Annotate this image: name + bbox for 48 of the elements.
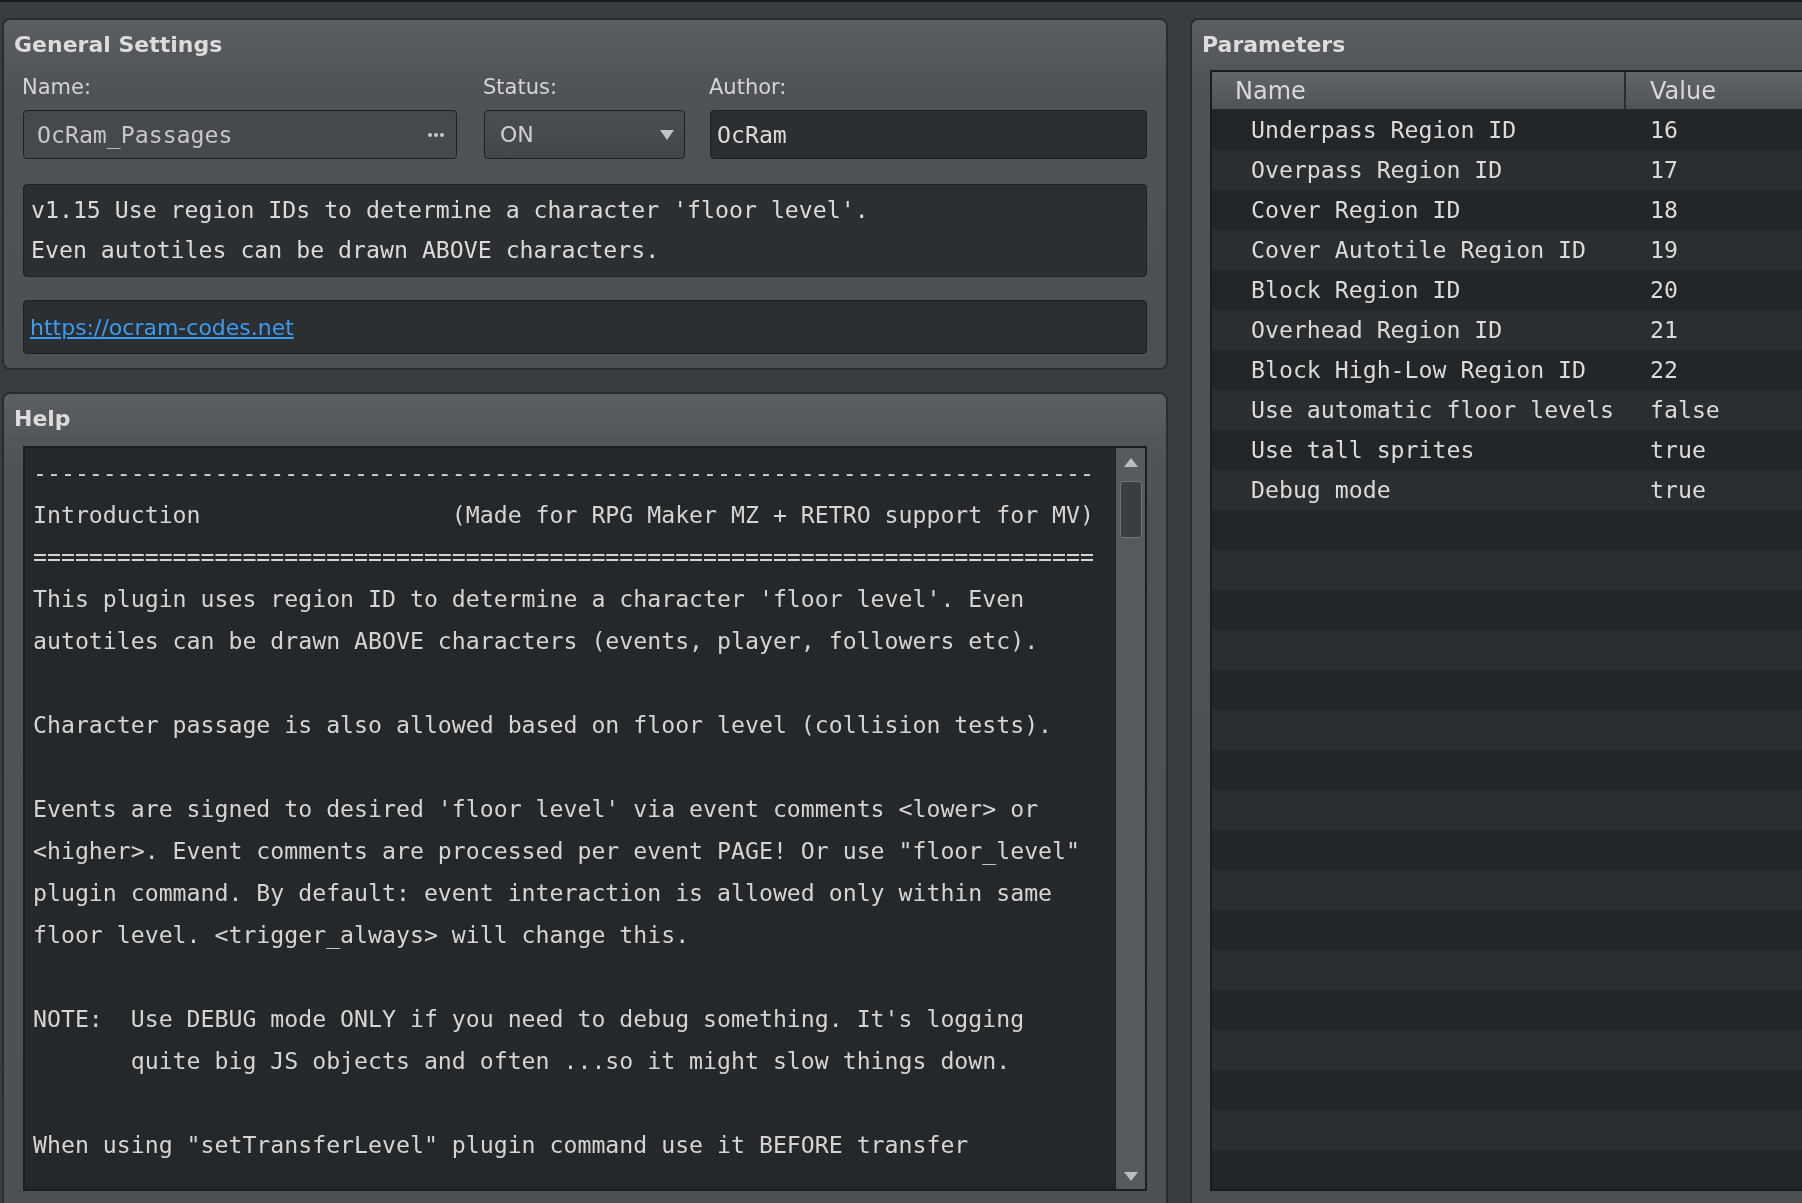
help-paragraph: This plugin uses region ID to determine a character 'floor level'. Even autotiles can be drawn ABOVE characters (events, player, followers etc). (33, 584, 1040, 656)
help-paragraph: NOTE: Use DEBUG mode ONLY if you need to debug something. It's logging quite big JS objects and often ...so it might slow things down. (33, 1004, 1026, 1076)
help-paragraph: Events are signed to desired 'floor level' via event comments <lower> or <higher>. Event comments are processed per event PAGE! Or use "floor_level" plugin command. By default: event interaction is allowed only within same floor level. <trigger_always> will change this. (33, 794, 1081, 951)
table-cell-text: 18 (1649, 195, 1678, 225)
table-cell-text: Underpass Region ID (1250, 115, 1518, 145)
status-dropdown[interactable]: ON (484, 110, 685, 159)
ellipsis-icon[interactable] (428, 132, 444, 137)
scroll-up-arrow-icon[interactable] (1123, 458, 1138, 467)
dash-line: ---------------------------------------------------------------------------- (33, 458, 1094, 488)
column-header: Value (1626, 72, 1802, 110)
table-cell-text: true (1649, 435, 1706, 465)
scroll-down-arrow-icon[interactable] (1123, 1172, 1138, 1181)
scrollbar[interactable] (1115, 448, 1145, 1189)
table-cell-text: true (1649, 475, 1706, 505)
table-cell-text: 16 (1649, 115, 1678, 145)
equals-line: ============================================================================ (33, 542, 1094, 572)
table-cell-text: Block High-Low Region ID (1250, 355, 1588, 385)
help-paragraph: Character passage is also allowed based on floor level (collision tests). (33, 710, 1054, 740)
table-cell-text: false (1649, 395, 1720, 425)
table-cell-text: Overpass Region ID (1250, 155, 1504, 185)
table-cell-text: Block Region ID (1250, 275, 1462, 305)
caret-icon (660, 129, 674, 140)
name-field[interactable]: OcRam_Passages (23, 110, 457, 159)
table-cell-text: Debug mode (1250, 475, 1392, 505)
url-link[interactable]: https://ocram-codes.net (30, 314, 294, 340)
scroll-thumb[interactable] (1119, 481, 1142, 538)
panel-title: General Settings (14, 31, 223, 59)
table-cell-text: 17 (1649, 155, 1678, 185)
table-cell-text: 22 (1649, 355, 1678, 385)
table-cell-text: 21 (1649, 315, 1678, 345)
table-cell-text: Cover Region ID (1250, 195, 1462, 225)
description-field[interactable]: v1.15 Use region IDs to determine a character 'floor level'. Even autotiles can be drawn ABOVE characters. (23, 184, 1147, 277)
panel-title: Help (14, 405, 71, 433)
field-label: Name: (22, 74, 92, 100)
table-cell-text: 20 (1649, 275, 1678, 305)
help-heading-note: (Made for RPG Maker MZ + RETRO support for MV) (451, 500, 1094, 530)
field-label: Author: (709, 74, 787, 100)
panel-title: Parameters (1202, 31, 1346, 59)
table-cell-text: Cover Autotile Region ID (1250, 235, 1588, 265)
author-field[interactable]: OcRam (710, 110, 1147, 159)
table-cell-text: Use automatic floor levels (1250, 395, 1615, 425)
table-cell-text: Overhead Region ID (1250, 315, 1504, 345)
column-header: Name (1212, 72, 1626, 110)
field-label: Status: (483, 74, 557, 100)
help-heading: Introduction (33, 500, 201, 530)
table-cell-text: Use tall sprites (1250, 435, 1476, 465)
table-cell-text: 19 (1649, 235, 1678, 265)
help-paragraph: When using "setTransferLevel" plugin command use it BEFORE transfer (33, 1130, 970, 1160)
